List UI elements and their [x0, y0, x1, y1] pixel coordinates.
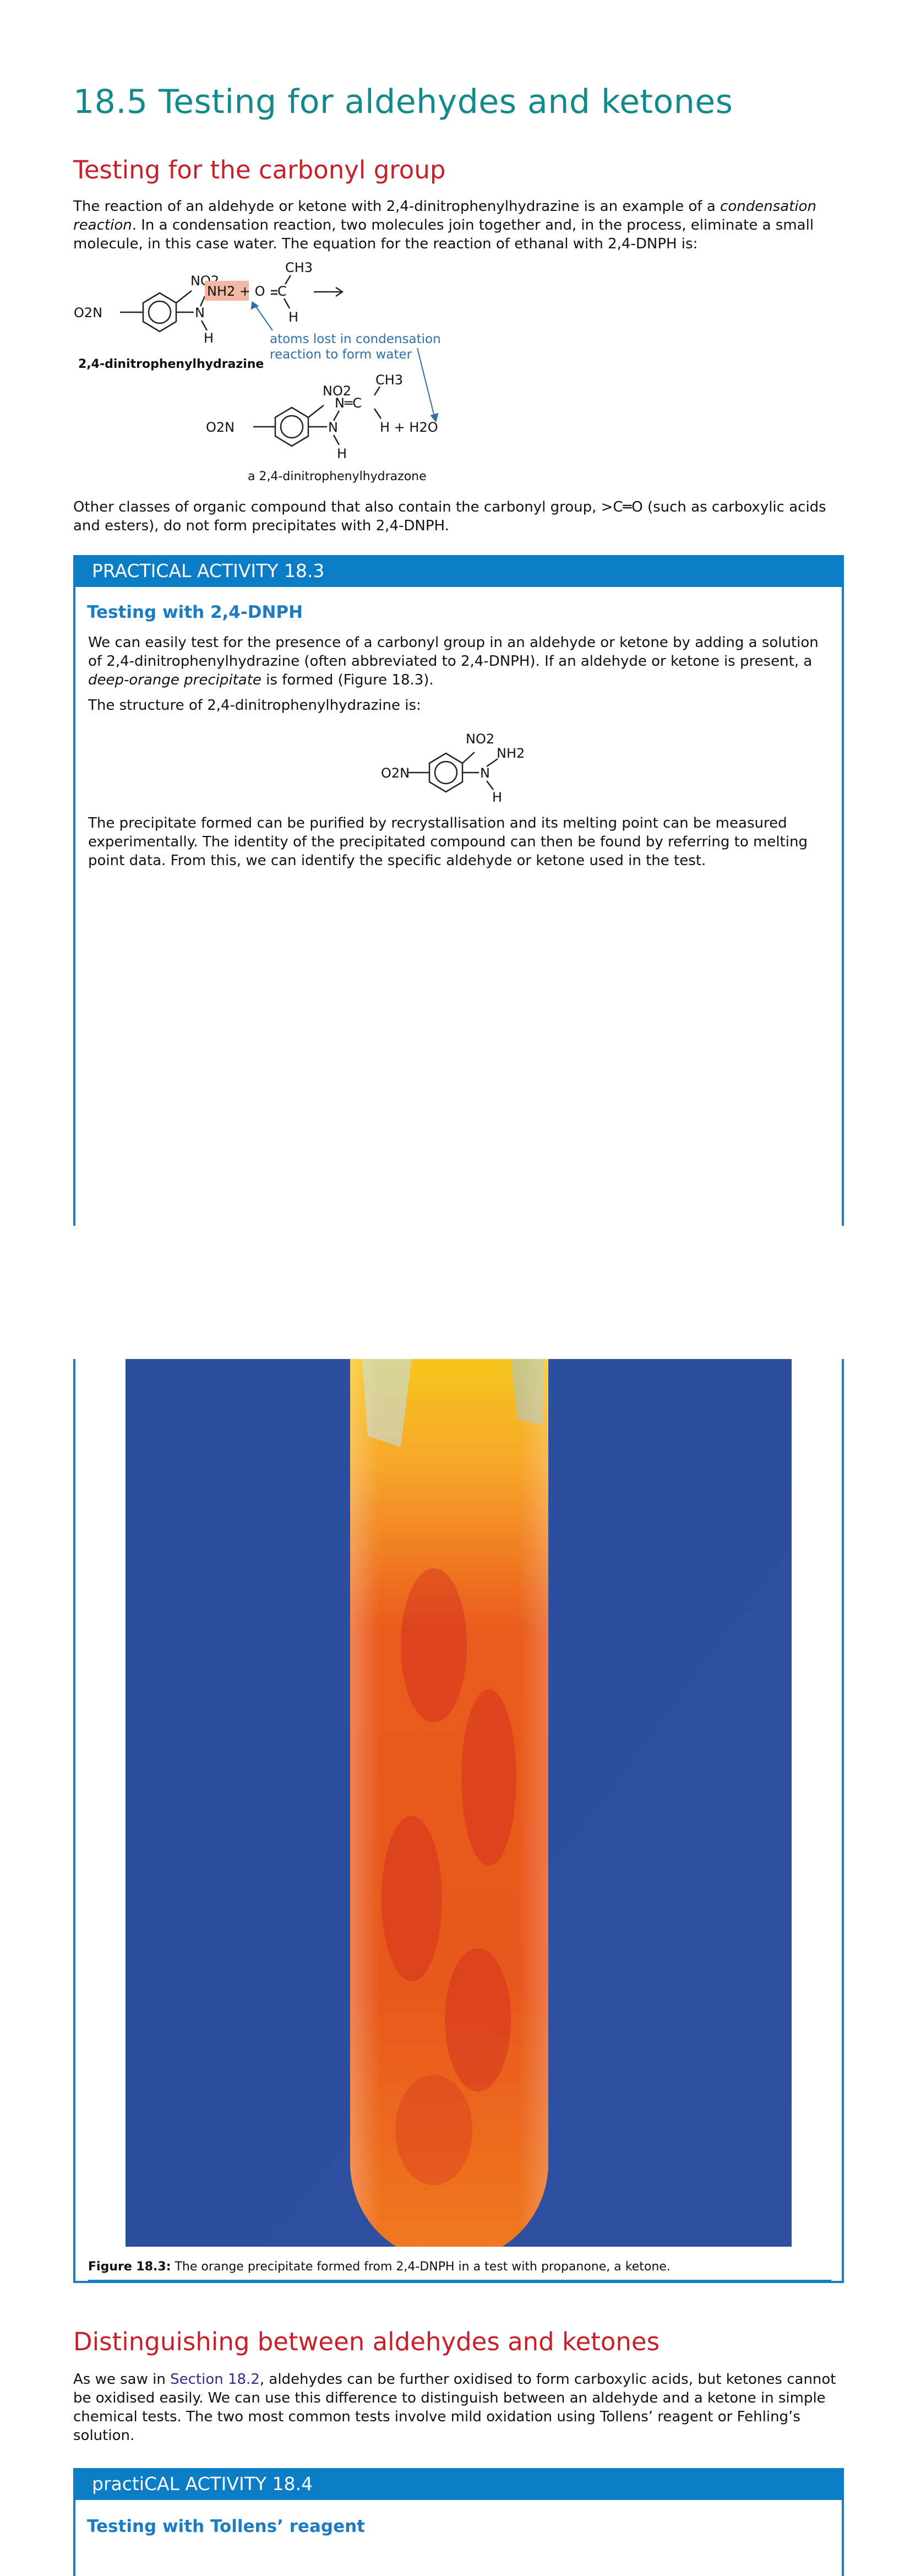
benzene-ring-icon: [274, 406, 309, 447]
h-label: H: [492, 790, 502, 804]
benzene-ring-icon: [428, 752, 464, 793]
nh2-label: NH2: [497, 746, 525, 761]
annotation-line-1: atoms lost in condensation: [270, 332, 441, 346]
activity-18-4-header: practiCAL ACTIVITY 18.4: [73, 2468, 844, 2500]
nh2-o-label: NH2 + O: [207, 284, 265, 299]
precipitate-test-tube-photo: [126, 1359, 792, 2247]
o2n-label: O2N: [381, 765, 410, 781]
section-18-2-link[interactable]: Section 18.2: [170, 2371, 260, 2388]
activity-18-3-para-1: We can easily test for the presence of a…: [88, 633, 826, 689]
h-water-label: H + H2O: [380, 420, 438, 435]
caption-rule: [88, 2280, 831, 2281]
o2n-label: O2N: [206, 420, 235, 435]
n-label: N: [328, 420, 338, 435]
text-run: As we saw in: [73, 2371, 171, 2388]
activity-18-3-header: PRACTICAL ACTIVITY 18.3: [73, 555, 844, 587]
activity-18-4-title: Testing with Tollens’ reagent: [87, 2517, 365, 2536]
h-label: H: [204, 330, 214, 346]
benzene-ring-icon: [142, 292, 177, 333]
section-title: 18.5 Testing for aldehydes and ketones: [73, 83, 733, 121]
text-run: The reaction of an aldehyde or ketone wi…: [73, 198, 721, 215]
text-run: We can easily test for the presence of a…: [88, 634, 819, 670]
activity-18-3-para-3: The precipitate formed can be purified b…: [88, 815, 808, 869]
product-label: a 2,4-dinitrophenylhydrazone: [248, 470, 427, 483]
condensation-reaction-diagram: O2N NO2 N H NH2 + O C CH3 H 2,4-dinitrop…: [74, 260, 441, 483]
emphasis: deep-orange precipitate: [88, 672, 261, 688]
activity-18-3-title: Testing with 2,4-DNPH: [87, 602, 303, 622]
carbonyl-intro: The reaction of an aldehyde or ketone wi…: [73, 197, 844, 253]
dnph-structure-diagram: O2N NO2 N NH2 H: [381, 731, 525, 804]
annotation-line-2: reaction to form water: [270, 347, 412, 362]
caption-text: The orange precipitate formed from 2,4-D…: [171, 2260, 671, 2274]
reactant-label: 2,4-dinitrophenylhydrazine: [78, 357, 264, 371]
reaction-arrow-icon: [314, 286, 344, 297]
n-label: N: [195, 305, 205, 320]
figure-18-3-caption: Figure 18.3: The orange precipitate form…: [88, 2260, 671, 2274]
n-label: N: [480, 765, 490, 781]
ch3-label: CH3: [285, 260, 313, 275]
h-label: H: [337, 446, 347, 461]
text-run: . In a condensation reaction, two molecu…: [73, 217, 814, 252]
carbonyl-heading: Testing for the carbonyl group: [73, 155, 446, 184]
figure-label: Figure 18.3:: [88, 2260, 171, 2274]
h-label: H: [288, 309, 298, 325]
c-label: C: [277, 284, 287, 299]
distinguishing-para: As we saw in Section 18.2, aldehydes can…: [73, 2370, 844, 2445]
distinguishing-heading: Distinguishing between aldehydes and ket…: [73, 2327, 660, 2356]
ch3-label: CH3: [375, 372, 403, 388]
n-c-label: N═C: [335, 395, 362, 411]
o2n-label: O2N: [74, 305, 102, 320]
activity-18-3-para-2: The structure of 2,4-dinitrophenylhydraz…: [88, 697, 421, 714]
no2-label: NO2: [466, 731, 494, 747]
text-run: is formed (Figure 18.3).: [261, 672, 434, 688]
carbonyl-note: Other classes of organic compound that a…: [73, 499, 826, 534]
